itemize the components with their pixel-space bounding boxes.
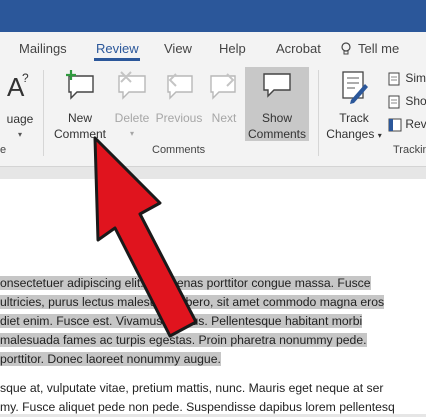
- paragraph-line: sque at, vulputate vitae, pretium mattis…: [0, 381, 384, 395]
- tab-view[interactable]: View: [164, 41, 192, 56]
- new-comment-button[interactable]: New Comment: [52, 70, 108, 142]
- delete-comment-button[interactable]: Delete ▾: [112, 70, 152, 142]
- svg-text:?: ?: [22, 71, 29, 85]
- simple-markup-dropdown[interactable]: Sim: [388, 70, 426, 86]
- language-icon: A ?: [7, 71, 29, 102]
- next-comment-icon: [210, 73, 236, 100]
- paragraph-line: malesuada fames ac turpis egestas. Proin…: [0, 333, 367, 347]
- reviewing-pane-icon: [388, 118, 402, 132]
- document-page[interactable]: onsectetuer adipiscing elit. Maecenas po…: [0, 179, 426, 414]
- show-comments-icon: [263, 73, 291, 98]
- new-comment-icon: [66, 70, 94, 100]
- previous-comment-button[interactable]: Previous: [154, 70, 204, 126]
- previous-label: Previous: [155, 111, 203, 125]
- reviewing-pane-dropdown[interactable]: Rev: [388, 116, 426, 132]
- simple-markup-label: Sim: [405, 71, 426, 85]
- comments-group-label: Comments: [152, 144, 206, 156]
- paragraph-line: ultricies, purus lectus malesuada libero…: [0, 295, 385, 309]
- tab-help[interactable]: Help: [219, 41, 246, 56]
- track-changes-label-2: Changes ▾: [326, 127, 382, 141]
- tell-me-label: Tell me: [358, 41, 400, 56]
- next-label: Next: [211, 111, 237, 125]
- delete-label: Delete: [114, 111, 150, 125]
- tell-me-search[interactable]: Tell me: [341, 41, 400, 56]
- show-comments-button[interactable]: Show Comments: [245, 70, 309, 142]
- track-changes-label-1: Track: [339, 111, 369, 125]
- group-separator: [43, 70, 44, 156]
- ribbon-tabs: Mailings Review View Help Acrobat Tell m…: [0, 32, 426, 64]
- language-label: uage: [6, 112, 34, 126]
- lightbulb-icon: [341, 42, 351, 55]
- track-changes-icon: [342, 71, 368, 104]
- reviewing-pane-label: Rev: [405, 117, 426, 131]
- tab-mailings[interactable]: Mailings: [19, 41, 67, 56]
- active-tab-indicator: [94, 58, 140, 61]
- language-button[interactable]: A ? uage ▾: [0, 68, 40, 143]
- tracking-group-label: Trackin: [393, 144, 426, 156]
- tab-acrobat[interactable]: Acrobat: [276, 41, 321, 56]
- title-bar: [0, 0, 426, 32]
- show-markup-label: Sho: [405, 94, 426, 108]
- tab-review[interactable]: Review: [96, 41, 139, 56]
- next-comment-button[interactable]: Next: [206, 70, 242, 126]
- track-changes-button[interactable]: Track Changes ▾: [324, 70, 384, 144]
- markup-icon: [388, 72, 400, 86]
- new-comment-label-1: New: [67, 111, 92, 125]
- show-comments-label-2: Comments: [247, 127, 306, 141]
- paragraph-line: diet enim. Fusce est. Vivamus a tellus. …: [0, 314, 363, 328]
- show-markup-dropdown[interactable]: Sho: [388, 93, 426, 109]
- group-separator: [318, 70, 319, 156]
- delete-comment-icon: [118, 71, 146, 100]
- paragraph-line: my. Fusce aliquet pede non pede. Suspend…: [0, 400, 395, 414]
- language-group-label: e: [0, 144, 7, 156]
- show-markup-icon: [388, 95, 400, 109]
- ribbon: A ? uage ▾ e New Comment Delete ▾ Previo…: [0, 64, 426, 167]
- paragraph-line: onsectetuer adipiscing elit. Maecenas po…: [0, 276, 371, 290]
- show-comments-label-1: Show: [261, 111, 293, 125]
- new-comment-label-2: Comment: [53, 127, 106, 141]
- paragraph-line: porttitor. Donec laoreet nonummy augue.: [0, 352, 221, 366]
- previous-comment-icon: [167, 73, 193, 100]
